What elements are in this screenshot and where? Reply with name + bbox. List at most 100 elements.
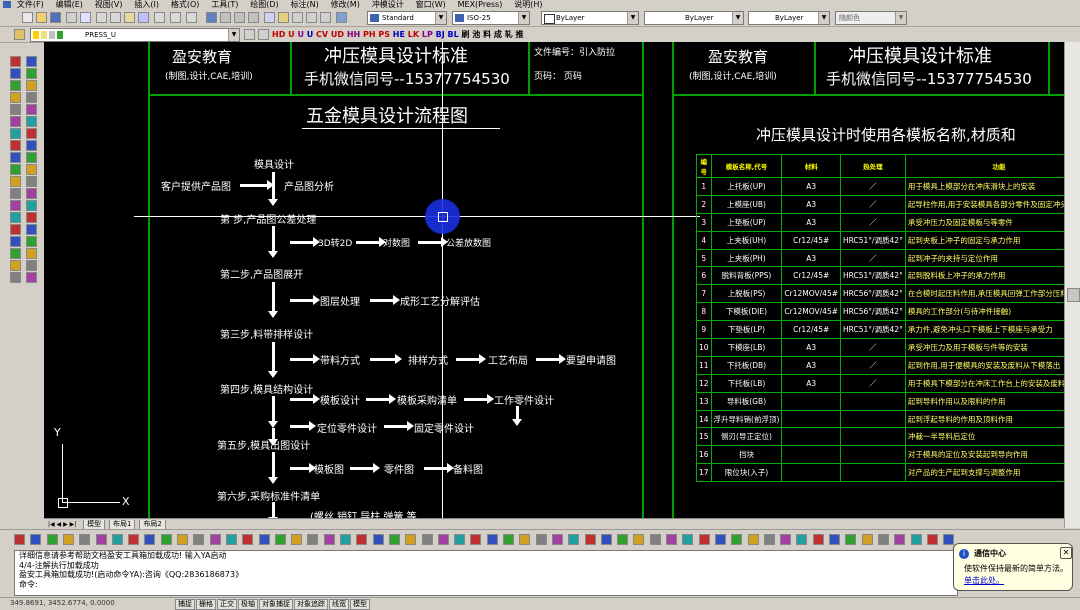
die-tool-icon[interactable] (14, 534, 25, 545)
menu-modify[interactable]: 修改(M) (331, 0, 360, 9)
draw-tool-icon[interactable] (10, 80, 21, 91)
die-tool-icon[interactable] (812, 534, 824, 545)
press-tool-lp[interactable]: LP (422, 30, 433, 39)
draw-tool-icon[interactable] (10, 128, 21, 139)
draw-tool-icon[interactable] (26, 128, 37, 139)
markup-icon[interactable] (306, 12, 317, 23)
die-tool-icon[interactable] (600, 534, 612, 545)
draw-tool-icon[interactable] (26, 116, 37, 127)
ortho-toggle[interactable]: 正交 (217, 599, 237, 610)
draw-tool-icon[interactable] (10, 116, 21, 127)
draw-tool-icon[interactable] (10, 224, 21, 235)
cut-icon[interactable] (96, 12, 107, 23)
draw-tool-icon[interactable] (26, 152, 37, 163)
draw-tool-icon[interactable] (26, 164, 37, 175)
die-tool-icon[interactable] (470, 534, 482, 545)
die-tool-icon[interactable] (649, 534, 661, 545)
draw-tool-icon[interactable] (26, 272, 37, 283)
layer-select[interactable]: PRESS_U ▼ (30, 28, 240, 42)
die-tool-icon[interactable] (340, 534, 351, 545)
draw-tool-icon[interactable] (26, 212, 37, 223)
press-tool-ud[interactable]: UD (331, 30, 344, 39)
die-tool-icon[interactable] (568, 534, 580, 545)
zoom-previous-icon[interactable] (248, 12, 259, 23)
menu-file[interactable]: 文件(F) (17, 0, 44, 9)
die-tool-icon[interactable] (291, 534, 303, 545)
menu-format[interactable]: 格式(O) (171, 0, 200, 9)
close-icon[interactable]: ✕ (1060, 547, 1072, 559)
draw-tool-icon[interactable] (26, 236, 37, 247)
die-tool-icon[interactable] (128, 534, 140, 545)
die-tool-icon[interactable] (747, 534, 759, 545)
draw-tool-icon[interactable] (10, 236, 21, 247)
die-tool-icon[interactable] (926, 534, 938, 545)
menu-mex-press[interactable]: MEX(Press) (458, 0, 503, 9)
die-tool-icon[interactable] (421, 534, 433, 545)
press-tool-lk[interactable]: LK (408, 30, 419, 39)
die-tool-icon[interactable] (714, 534, 726, 545)
save-icon[interactable] (50, 12, 61, 23)
match-properties-icon[interactable] (138, 12, 149, 23)
press-tool-cv[interactable]: CV (316, 30, 328, 39)
press-tool-push[interactable]: 推 (515, 30, 523, 39)
linetype-select[interactable]: ByLayer ▼ (644, 11, 744, 25)
press-tool-brush[interactable]: 刷 (462, 30, 470, 39)
die-tool-icon[interactable] (209, 534, 221, 545)
zoom-realtime-icon[interactable] (220, 12, 231, 23)
draw-tool-icon[interactable] (26, 140, 37, 151)
undo-icon[interactable] (170, 12, 181, 23)
press-tool-ph[interactable]: PH (363, 30, 376, 39)
draw-tool-icon[interactable] (26, 224, 37, 235)
die-tool-icon[interactable] (910, 534, 922, 545)
menu-window[interactable]: 窗口(W) (416, 0, 446, 9)
die-tool-icon[interactable] (160, 534, 172, 545)
draw-tool-icon[interactable] (10, 104, 21, 115)
brush-icon[interactable] (154, 12, 165, 23)
pan-icon[interactable] (206, 12, 217, 23)
die-tool-icon[interactable] (177, 534, 188, 545)
die-tool-icon[interactable] (633, 534, 645, 545)
press-tool-bl[interactable]: BL (448, 30, 459, 39)
die-tool-icon[interactable] (617, 534, 629, 545)
draw-tool-icon[interactable] (10, 200, 21, 211)
die-tool-icon[interactable] (861, 534, 873, 545)
open-file-icon[interactable] (36, 12, 47, 23)
paste-icon[interactable] (124, 12, 135, 23)
die-tool-icon[interactable] (877, 534, 889, 545)
preview-icon[interactable] (80, 12, 91, 23)
drawing-canvas[interactable]: 盈安教育 (制图,设计,CAE,培训) 冲压模具设计标准 手机微信同号--153… (44, 42, 1064, 518)
menu-tools[interactable]: 工具(T) (211, 0, 238, 9)
die-tool-icon[interactable] (388, 534, 400, 545)
die-tool-icon[interactable] (682, 534, 694, 545)
press-tool-u2[interactable]: U (297, 30, 304, 39)
color-select[interactable]: ByLayer ▼ (541, 11, 639, 25)
tab-nav-arrows-icon[interactable]: |◀ ◀ ▶ ▶| (45, 520, 79, 529)
press-tool-ps[interactable]: PS (378, 30, 390, 39)
command-window[interactable]: 详细信息请参考帮助文档盈安工具箱加载成功! 输入YA启动 4/4-注解执行加载成… (14, 550, 958, 596)
die-tool-icon[interactable] (323, 534, 335, 545)
lineweight-select[interactable]: ByLayer ▼ (748, 11, 830, 25)
die-tool-icon[interactable] (454, 534, 466, 545)
draw-tool-icon[interactable] (10, 68, 21, 79)
draw-tool-icon[interactable] (26, 200, 37, 211)
menu-dimension[interactable]: 标注(N) (291, 0, 319, 9)
dim-style-select[interactable]: ISO-25 ▼ (452, 11, 530, 25)
draw-tool-icon[interactable] (26, 92, 37, 103)
scrollbar-thumb[interactable] (1067, 288, 1080, 302)
die-tool-icon[interactable] (666, 534, 677, 545)
calculator-icon[interactable] (320, 12, 331, 23)
tool-palette-icon[interactable] (292, 12, 303, 23)
die-tool-icon[interactable] (193, 534, 205, 545)
die-tool-icon[interactable] (30, 534, 42, 545)
die-tool-icon[interactable] (796, 534, 808, 545)
die-tool-icon[interactable] (356, 534, 368, 545)
press-tool-pool[interactable]: 池 (472, 30, 480, 39)
draw-tool-icon[interactable] (10, 176, 21, 187)
plot-style-select[interactable]: 随颜色 ▼ (835, 11, 907, 25)
die-tool-icon[interactable] (62, 534, 74, 545)
die-tool-icon[interactable] (894, 534, 906, 545)
die-tool-icon[interactable] (274, 534, 286, 545)
draw-tool-icon[interactable] (26, 56, 37, 67)
die-tool-icon[interactable] (258, 534, 270, 545)
press-tool-form[interactable]: 成 (494, 30, 502, 39)
